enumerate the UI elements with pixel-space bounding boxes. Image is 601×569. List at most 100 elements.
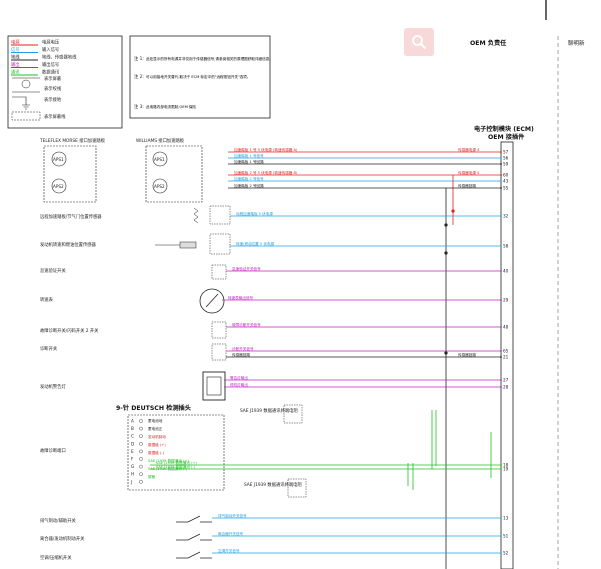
ecm-pin-number: 57 <box>503 150 509 155</box>
legend-color-desc: 输出信号 <box>42 61 59 68</box>
wire-terminal <box>500 517 502 519</box>
exhaust-brake-switch-label: 排气制动/辅助开关 <box>40 517 77 524</box>
williams-pedal: APS1 APS2 <box>145 145 203 203</box>
deutsch-pin-socket <box>139 419 143 423</box>
wire-label: 传感器回路 <box>232 352 250 357</box>
ecm-pin-number: 19 <box>503 467 509 472</box>
legend-color-label: 地线 <box>11 54 20 61</box>
wire-terminal <box>500 299 502 301</box>
note-3-text: 此电路内部电流限制,OEM 保险 <box>146 104 196 109</box>
ecm-subtitle: OEM 接插件 <box>488 133 525 141</box>
legend-symbol-twisted: 表示绞线 <box>44 85 62 92</box>
ecm-pin-number: 40 <box>503 269 509 274</box>
deutsch-pin: D <box>131 441 134 446</box>
aps2-label-a: APS2 <box>53 184 64 189</box>
deutsch-pin: J <box>130 479 132 484</box>
legend-symbol-ground: 表示接地 <box>44 96 62 103</box>
diag-switch-connector <box>211 321 227 339</box>
ecm-pin-number: 28 <box>503 385 509 390</box>
notes-box: 注 1: 此处显示的所有电源并非仅用于传感器信号,请参阅相关的原理图获取详细信息… <box>129 35 273 119</box>
ecm-pin-number: 55 <box>503 186 509 191</box>
deutsch-pin-label: 数据链 (-) <box>148 450 165 455</box>
deutsch-title: 9-针 DEUTSCH 检测插头 <box>116 404 191 412</box>
tachometer-gauge <box>199 288 225 314</box>
vsa-switch-connector <box>211 343 227 361</box>
deutsch-pin-label: 蓄电池地 <box>148 418 163 423</box>
wire-terminal <box>500 468 502 470</box>
aps2-label-b: APS2 <box>154 184 165 189</box>
j1939-resistor-b: SAE J1939 数据通讯终端电阻 <box>244 478 307 498</box>
switch-symbols <box>176 515 212 559</box>
deutsch-pin-label: 数据链 (+) <box>148 442 166 447</box>
wire-terminal <box>500 174 502 176</box>
wire-note: 传感器电源 5 <box>458 170 479 175</box>
wire-label: 怠速验证开关信号 <box>232 266 261 271</box>
wire-label: 转速/燃油位置 5 伏电源 <box>236 241 275 246</box>
legend-symbol-shielded-wire: 表示屏蔽线 <box>44 113 66 120</box>
teleflex-title: TELEFLEX MORSE 接口加速踏板 <box>39 137 106 144</box>
ecm-pin-number: 65 <box>503 349 509 354</box>
deutsch-pin-socket <box>139 426 143 431</box>
note-2-num: 注 2: <box>134 73 144 80</box>
note-1-text: 此处显示的所有电源并非仅用于传感器信号,请参阅相关的原理图获取详细信息。 <box>146 56 273 61</box>
idle-switch-connector <box>211 264 227 280</box>
legend-color-desc: 电源电压 <box>42 39 60 46</box>
wire-terminal <box>500 180 502 182</box>
remote-throttle-sensor <box>193 205 231 225</box>
ecm-pin-number: 27 <box>503 378 509 383</box>
ecm-pin-number: 21 <box>503 355 509 360</box>
wiring-diagram: OEM 负责任 聊明新 电子控制模块 (ECM) OEM 接插件 电源 电源电压信… <box>7 0 585 569</box>
aps1-label-b: APS1 <box>154 157 165 162</box>
wire-note: 传感器回路 <box>458 352 476 357</box>
magnifier-icon <box>412 35 427 50</box>
deutsch-connector: ABCDEFGHJ蓄电池地蓄电池正发动机制动数据链 (+)数据链 (-)SAE … <box>127 414 225 491</box>
j1939-b-label: SAE J1939 数据通讯终端电阻 <box>244 481 302 488</box>
zoom-button[interactable] <box>404 28 434 56</box>
ecm-pin-number: 13 <box>503 516 509 521</box>
oem-responsibility-label: OEM 负责任 <box>470 39 507 47</box>
ecm-pin-number: 29 <box>503 298 509 303</box>
note-2-text: 可以用接地开关替代,取决于 ECM 标定中的"远程按钮开关"选项。 <box>146 74 250 79</box>
wire-group: 加速踏板 1 号 5 伏电源 (转速传感器 A) 传感器电源 4 57 加速踏板 1 … <box>150 147 509 556</box>
deutsch-pin: G <box>131 464 134 469</box>
wire-label: 加速踏板 1 号回路 <box>234 159 264 164</box>
wire-label: 加速踏板 2 号回路 <box>234 183 264 188</box>
wire-label: 警告灯输出 <box>230 375 248 380</box>
legend-color-label: 信号 <box>11 46 20 53</box>
note-1-num: 注 1: <box>134 55 144 62</box>
remote-pto-label: 发动机转速和燃油位置传感器 <box>40 241 97 248</box>
ecm-pin-number: 56 <box>503 156 509 161</box>
note-3-num: 注 3: <box>134 103 144 110</box>
j1939-a-label: SAE J1939 数据通讯终端电阻 <box>240 407 298 414</box>
wire-terminal <box>500 535 502 537</box>
ecm-pin-number: 58 <box>503 244 509 249</box>
wire-label: 加速踏板 1 号信号 <box>234 153 264 158</box>
wire-terminal <box>500 552 502 554</box>
deutsch-pin-label: 蓄电池正 <box>148 426 163 431</box>
wire-label: 故障诊断开关信号 <box>232 322 261 327</box>
deutsch-pin-socket <box>139 464 143 469</box>
ecm-title: 电子控制模块 (ECM) <box>474 125 534 133</box>
ecm-pin-number: 51 <box>503 534 509 539</box>
wire-label: 停机灯输出 <box>230 382 248 387</box>
vsa-switch-label: 诊断开关 <box>40 345 58 352</box>
wire-label: 诊断开关信号 <box>232 346 254 351</box>
ac-switch-label: 空调/压缩机开关 <box>40 554 72 561</box>
warning-lamp-label: 发动机警告灯 <box>40 383 66 390</box>
ecm-pin-number: 32 <box>503 214 509 219</box>
legend-color-desc: 数据通讯 <box>42 69 60 76</box>
clutch-switch-label: 离合器/发动机制动开关 <box>40 535 85 542</box>
wire-note: 传感器电源 4 <box>458 147 480 152</box>
ecm-pin-number: 48 <box>503 325 509 330</box>
legend-color-desc: 地线、传感器地线 <box>42 54 77 61</box>
deutsch-pin: A <box>131 419 134 424</box>
tachometer-label: 转速表 <box>40 296 54 303</box>
legend-color-label: 电源 <box>11 39 20 46</box>
pto-sensor <box>155 233 231 255</box>
diag-switch-label: 故障诊断开关/闪码开关 2 开关 <box>40 327 99 334</box>
legend-symbol-shield: 表示屏蔽 <box>44 75 62 82</box>
wire-terminal <box>500 151 502 153</box>
wire-terminal <box>500 215 502 217</box>
ecm-pin-number: 52 <box>503 551 509 556</box>
remote-throttle-label: 远程加速踏板/节气门位置传感器 <box>40 213 102 220</box>
